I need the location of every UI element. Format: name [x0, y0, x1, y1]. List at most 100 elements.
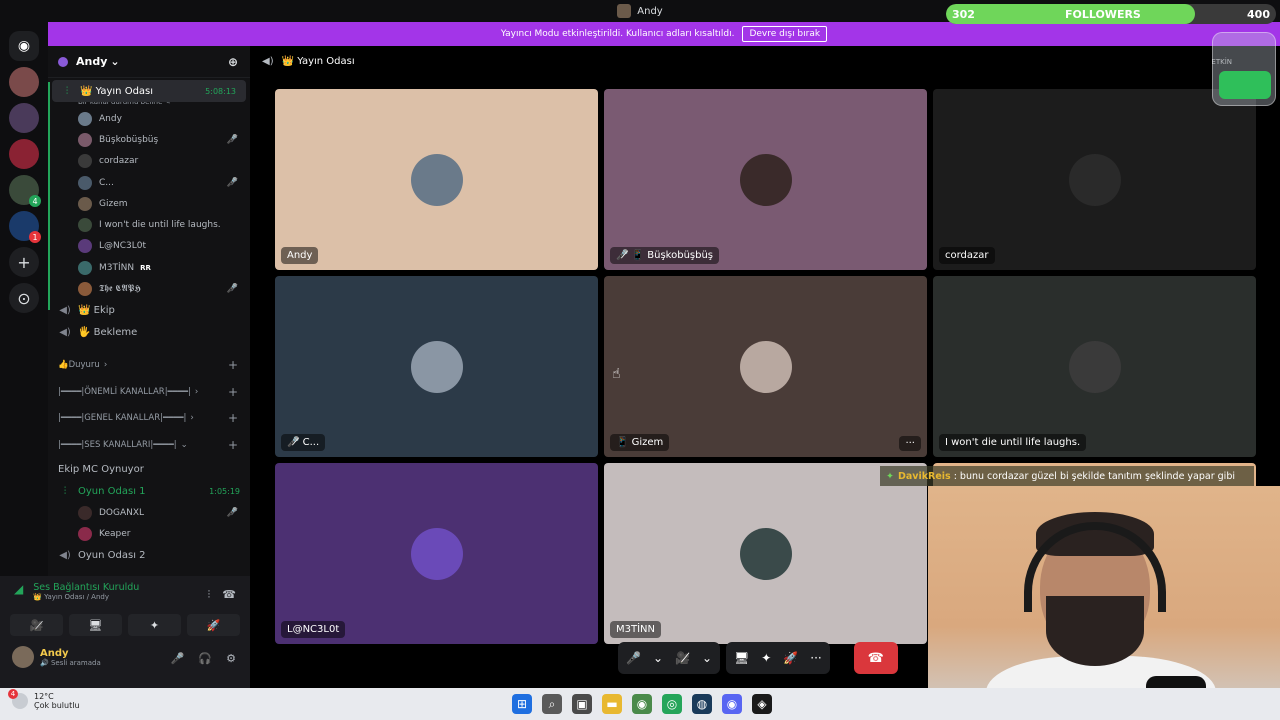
voice-user[interactable]: M3TİNN RR [48, 257, 250, 278]
avatar[interactable] [78, 260, 92, 275]
voice-user[interactable]: L@NC3L0t [48, 236, 250, 257]
voice-live-icon: ⫶ [65, 85, 69, 97]
mic-icon[interactable]: 🎤 [626, 651, 641, 665]
voice-user[interactable]: Gizem [48, 193, 250, 214]
add-channel-icon[interactable]: + [228, 411, 238, 425]
voice-user[interactable]: cordazar [48, 151, 250, 172]
voice-channel-oyun-2[interactable]: ◀) Oyun Odası 2 [48, 545, 250, 567]
video-tile[interactable]: M3TİNN [604, 463, 927, 644]
taskbar-chrome-icon[interactable]: ◉ [632, 694, 652, 714]
video-tile[interactable]: 🎤̸ 📱 Büşkobüşbüş [604, 89, 927, 270]
window-title: Andy [637, 5, 663, 17]
video-tile[interactable]: 🎤̸ C... [275, 276, 598, 457]
taskbar-search-icon[interactable]: ⌕ [542, 694, 562, 714]
category-ses[interactable]: |━━━━|SES KANALLARI|━━━━| ⌄ + [48, 431, 250, 458]
headphones-icon[interactable]: 🎧 [198, 652, 212, 665]
disconnect-icon[interactable]: ☎ [222, 588, 236, 602]
avatar [410, 527, 463, 580]
taskbar-other-icon[interactable]: ◈ [752, 694, 772, 714]
mic-icon[interactable]: 🎤 [171, 652, 185, 665]
server-icon[interactable] [9, 103, 39, 133]
add-channel-icon[interactable]: + [228, 358, 238, 372]
chat-user: DavikReis [897, 470, 951, 482]
taskbar-taskview-icon[interactable]: ▣ [572, 694, 592, 714]
screen-share-button[interactable]: 🖥 [69, 614, 122, 636]
avatar[interactable] [78, 111, 92, 126]
explore-button[interactable]: ⊙ [9, 283, 39, 313]
mic-muted-icon: 🎤̸ [226, 177, 238, 188]
voice-user-name: Andy [99, 113, 122, 124]
guild-header[interactable]: Andy ⌄ ⊕ [48, 46, 250, 78]
compass-icon: ⊙ [17, 288, 31, 308]
voice-channel-ekip-mc[interactable]: Ekip MC Oynuyor [48, 458, 250, 480]
avatar[interactable] [78, 526, 92, 541]
avatar[interactable] [78, 282, 92, 297]
app-glyph: ◈ [757, 697, 767, 711]
category-onemli[interactable]: |━━━━|ÖNEMLİ KANALLAR|━━━━| › + [48, 378, 250, 405]
activity-button[interactable]: ✦ [128, 614, 181, 636]
video-tile[interactable]: I won't die until life laughs. [933, 276, 1256, 457]
server-icon[interactable] [9, 67, 39, 97]
app-glyph: ▣ [576, 697, 588, 711]
noise-suppression-icon[interactable]: ⫶ [208, 588, 211, 602]
avatar[interactable] [12, 646, 34, 668]
avatar[interactable] [78, 154, 92, 169]
more-icon[interactable]: ··· [899, 436, 921, 451]
avatar[interactable] [78, 239, 92, 254]
voice-user[interactable]: Andy [48, 108, 250, 129]
invite-icon[interactable]: ⊕ [228, 55, 238, 69]
chevron-right-icon: › [194, 386, 199, 397]
voice-user[interactable]: Keaper [48, 523, 250, 544]
voice-channel-bekleme[interactable]: ◀) 🖐 Bekleme [48, 322, 250, 344]
activity-icon[interactable]: ✦ [761, 651, 771, 665]
taskbar-whatsapp-icon[interactable]: ◎ [662, 694, 682, 714]
video-off-icon[interactable]: 🎥̸ [675, 651, 690, 665]
voice-channel-yayin-odasi[interactable]: ⫶ 👑 Yayın Odası 5:08:13 [52, 80, 246, 102]
add-channel-icon[interactable]: + [228, 438, 238, 452]
server-icon[interactable]: 1 [9, 211, 41, 243]
more-icon[interactable]: ··· [810, 651, 821, 665]
screen-share-icon[interactable]: 🖥 [734, 651, 749, 665]
voice-user[interactable]: DOGANXL 🎤̸ [48, 502, 250, 523]
voice-user[interactable]: C... 🎤̸ [48, 172, 250, 193]
taskbar-steam-icon[interactable]: ◍ [692, 694, 712, 714]
connection-status[interactable]: Ses Bağlantısı Kuruldu [33, 582, 139, 593]
avatar[interactable] [78, 196, 92, 211]
voice-user[interactable]: I won't die until life laughs. [48, 214, 250, 235]
voice-channel-oyun-1[interactable]: ⫶ Oyun Odası 1 1:05:19 [48, 480, 250, 502]
video-tile[interactable]: L@NC3L0t [275, 463, 598, 644]
taskbar-explorer-icon[interactable]: ▬ [602, 694, 622, 714]
avatar[interactable] [78, 505, 92, 520]
video-tile[interactable]: cordazar [933, 89, 1256, 270]
voice-channel-ekip[interactable]: ◀) 👑 Ekip [48, 300, 250, 322]
hangup-button[interactable]: ☎ [853, 642, 898, 674]
voice-user[interactable]: 𝕿𝖍𝖊 𝕮𝕬𝕻𝕳 🎤̸ [48, 278, 250, 299]
category-genel[interactable]: |━━━━|GENEL KANALLAR|━━━━| › + [48, 405, 250, 432]
disable-streamer-mode-button[interactable]: Devre dışı bırak [742, 26, 828, 42]
avatar[interactable] [78, 132, 92, 147]
chat-text: : bunu cordazar güzel bi şekilde tanıtım… [953, 470, 1235, 482]
weather-widget[interactable]: 4 12°C Çok bulutlu [8, 689, 80, 710]
add-channel-icon[interactable]: + [228, 385, 238, 399]
server-icon[interactable] [9, 139, 39, 169]
avatar[interactable] [78, 175, 92, 190]
soundboard-icon[interactable]: 🚀 [783, 651, 798, 665]
chevron-down-icon[interactable]: ⌄ [702, 651, 712, 665]
mouse-pointer-icon: ☝ [612, 366, 621, 382]
camera-button[interactable]: 🎥̸ [10, 614, 63, 636]
avatar[interactable] [78, 218, 92, 233]
gear-icon[interactable]: ⚙ [226, 652, 236, 665]
add-server-button[interactable]: + [9, 247, 39, 277]
soundboard-button[interactable]: 🚀 [187, 614, 240, 636]
mic-control[interactable]: 🎤 ⌄ 🎥̸ ⌄ [618, 642, 721, 674]
video-tile[interactable]: Andy [275, 89, 598, 270]
category-duyuru[interactable]: 👍Duyuru › + [48, 352, 250, 379]
chevron-down-icon[interactable]: ⌄ [653, 651, 663, 665]
voice-user[interactable]: Büşkobüşbüş 🎤̸ [48, 129, 250, 150]
taskbar-windows-icon[interactable]: ⊞ [512, 694, 532, 714]
video-tile[interactable]: 📱 Gizem ··· [604, 276, 927, 457]
discord-home-icon[interactable]: ◉ [9, 31, 39, 61]
taskbar-discord-icon[interactable]: ◉ [722, 694, 742, 714]
server-icon[interactable]: 4 [9, 175, 41, 207]
mic-muted-icon: 🎤̸ [226, 507, 238, 518]
